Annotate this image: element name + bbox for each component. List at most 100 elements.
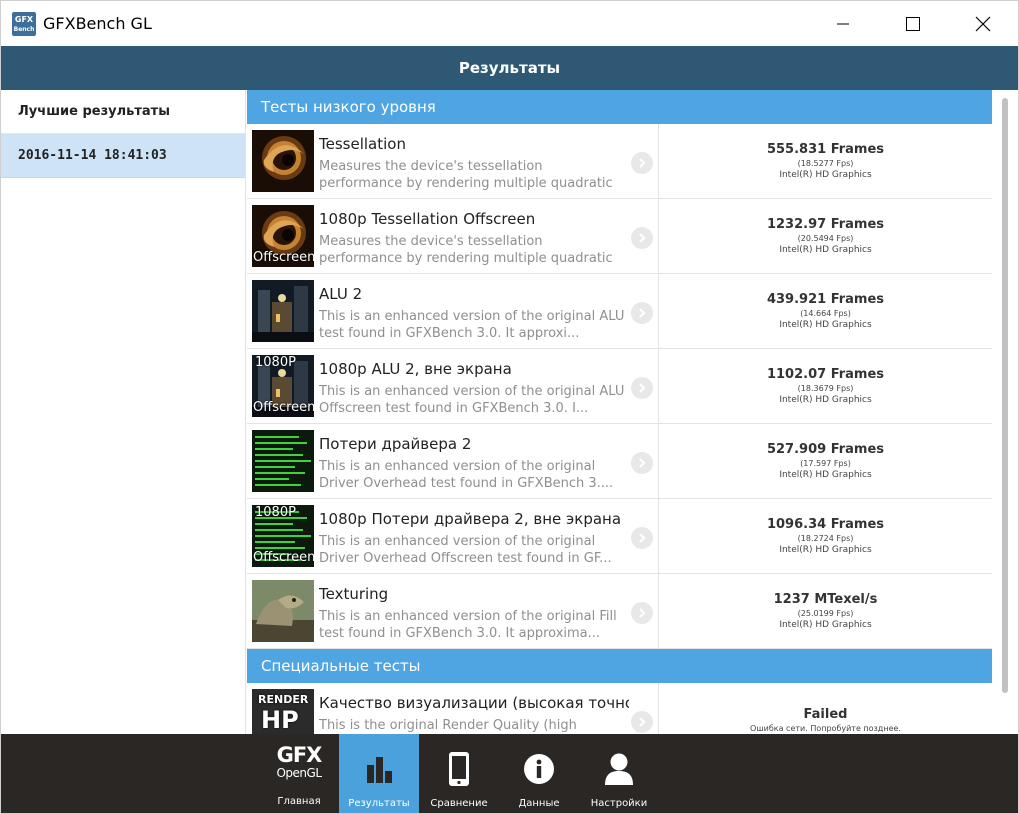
chevron-right-icon[interactable] bbox=[631, 602, 653, 624]
result-gpu: Intel(R) HD Graphics bbox=[779, 395, 872, 405]
test-info[interactable]: 1080P Offscreen 1080p Потери драйвера 2, в… bbox=[247, 499, 659, 573]
result-gpu: Intel(R) HD Graphics bbox=[779, 170, 872, 180]
result-fps: (20.5494 Fps) bbox=[797, 234, 854, 243]
result-fps: (18.3679 Fps) bbox=[797, 384, 854, 393]
page-header: Результаты bbox=[1, 46, 1018, 90]
app-window: GFX Bench GFXBench GL Результаты Лучшие р… bbox=[0, 0, 1019, 814]
nav-compare[interactable]: Сравнение bbox=[419, 734, 499, 813]
nav-label: Данные bbox=[518, 798, 560, 809]
test-description: This is the original Render Quality (hig… bbox=[319, 718, 577, 733]
test-thumbnail: RENDER HP bbox=[252, 689, 314, 734]
chevron-right-icon[interactable] bbox=[631, 711, 653, 733]
test-name: 1080p Tessellation Offscreen bbox=[319, 210, 536, 228]
test-thumbnail: 1080P Offscreen bbox=[252, 355, 314, 417]
result-score: Failed bbox=[803, 707, 848, 722]
test-row[interactable]: Texturing This is an enhanced version of … bbox=[247, 574, 992, 649]
result-gpu: Intel(R) HD Graphics bbox=[779, 470, 872, 480]
result-score: 1232.97 Frames bbox=[766, 217, 885, 232]
test-info[interactable]: RENDER HP Качество визуализации (высокая т… bbox=[247, 683, 659, 734]
result-score: 439.921 Frames bbox=[766, 292, 885, 307]
thumb-resolution-label: 1080P bbox=[255, 505, 296, 520]
result-score: 1237 MTexel/s bbox=[773, 592, 878, 607]
test-row[interactable]: Offscreen 1080p Tessellation Offscreen Mea… bbox=[247, 199, 992, 274]
section-header: Тесты низкого уровня bbox=[247, 90, 992, 124]
nav-settings[interactable]: Настройки bbox=[579, 734, 659, 813]
result-gpu: Intel(R) HD Graphics bbox=[779, 320, 872, 330]
chevron-right-icon[interactable] bbox=[631, 227, 653, 249]
test-result: 1096.34 Frames (18.2724 Fps) Intel(R) HD G… bbox=[659, 499, 992, 573]
nav-results[interactable]: Результаты bbox=[339, 734, 419, 813]
test-info[interactable]: Offscreen 1080p Tessellation Offscreen Mea… bbox=[247, 199, 659, 273]
test-description: This is an enhanced version of the origi… bbox=[319, 459, 614, 491]
title-bar[interactable]: GFX Bench GFXBench GL bbox=[1, 1, 1018, 46]
result-gpu: Intel(R) HD Graphics bbox=[779, 245, 872, 255]
test-thumbnail bbox=[252, 280, 314, 342]
page-title: Результаты bbox=[458, 59, 561, 77]
test-row[interactable]: Потери драйвера 2 This is an enhanced ver… bbox=[247, 424, 992, 499]
result-fps: (18.2724 Fps) bbox=[797, 534, 854, 543]
result-score: 1096.34 Frames bbox=[766, 517, 885, 532]
chevron-right-icon[interactable] bbox=[631, 377, 653, 399]
test-description: This is an enhanced version of the origi… bbox=[319, 309, 625, 341]
thumb-offscreen-label: Offscreen bbox=[253, 250, 314, 265]
phone-icon bbox=[447, 742, 471, 796]
result-fps: (25.0199 Fps) bbox=[797, 609, 854, 618]
test-info[interactable]: Потери драйвера 2 This is an enhanced ver… bbox=[247, 424, 659, 498]
maximize-icon bbox=[906, 16, 920, 31]
test-result: 1237 MTexel/s (25.0199 Fps) Intel(R) HD Gr… bbox=[659, 574, 992, 648]
test-result: 527.909 Frames (17.597 Fps) Intel(R) HD Gr… bbox=[659, 424, 992, 498]
test-row[interactable]: Tessellation Measures the device's tessel… bbox=[247, 124, 992, 199]
test-description: This is an enhanced version of the origi… bbox=[319, 534, 612, 566]
test-description: Measures the device's tessellation perfo… bbox=[319, 159, 613, 191]
test-name: 1080p ALU 2, вне экрана bbox=[319, 360, 512, 378]
scrollbar-thumb[interactable] bbox=[1002, 98, 1008, 693]
thumb-hp-label: HP bbox=[261, 706, 299, 734]
info-icon bbox=[523, 742, 555, 796]
test-description: This is an enhanced version of the origi… bbox=[319, 609, 617, 641]
test-row[interactable]: ALU 2 This is an enhanced version of the … bbox=[247, 274, 992, 349]
minimize-icon bbox=[837, 23, 849, 24]
nav-label: Сравнение bbox=[430, 798, 488, 809]
close-icon bbox=[975, 16, 991, 31]
result-score: 527.909 Frames bbox=[766, 442, 885, 457]
bar-chart-icon bbox=[363, 742, 395, 796]
test-description: Measures the device's tessellation perfo… bbox=[319, 234, 613, 266]
result-fps: (18.5277 Fps) bbox=[797, 159, 854, 168]
test-thumbnail: 1080P Offscreen bbox=[252, 505, 314, 567]
result-fps: (14.664 Fps) bbox=[800, 309, 851, 318]
thumb-offscreen-label: Offscreen bbox=[253, 400, 314, 415]
test-result: 439.921 Frames (14.664 Fps) Intel(R) HD Gr… bbox=[659, 274, 992, 348]
thumb-resolution-label: 1080P bbox=[255, 355, 296, 370]
test-info[interactable]: Texturing This is an enhanced version of … bbox=[247, 574, 659, 648]
chevron-right-icon[interactable] bbox=[631, 302, 653, 324]
result-fps: (17.597 Fps) bbox=[800, 459, 851, 468]
chevron-right-icon[interactable] bbox=[631, 152, 653, 174]
minimize-button[interactable] bbox=[808, 1, 878, 46]
test-info[interactable]: 1080P Offscreen 1080p ALU 2, вне экрана Thi… bbox=[247, 349, 659, 423]
close-button[interactable] bbox=[948, 1, 1018, 46]
results-list[interactable]: Тесты низкого уровня Tessellation Measures… bbox=[247, 90, 992, 734]
maximize-button[interactable] bbox=[878, 1, 948, 46]
test-thumbnail bbox=[252, 430, 314, 492]
test-row[interactable]: RENDER HP Качество визуализации (высокая т… bbox=[247, 683, 992, 734]
test-row[interactable]: 1080P Offscreen 1080p ALU 2, вне экрана Thi… bbox=[247, 349, 992, 424]
chevron-right-icon[interactable] bbox=[631, 527, 653, 549]
gfx-logo-icon: GFX OpenGL bbox=[276, 743, 322, 780]
test-description: This is an enhanced version of the origi… bbox=[319, 384, 625, 416]
test-result: 1102.07 Frames (18.3679 Fps) Intel(R) HD G… bbox=[659, 349, 992, 423]
sidebar-item-result[interactable]: 2016-11-14 18:41:03 bbox=[1, 134, 245, 178]
scrollbar[interactable] bbox=[992, 90, 1018, 734]
test-name: Tessellation bbox=[319, 135, 406, 153]
bottom-nav: GFX OpenGL Главная Результаты Сравнение … bbox=[1, 734, 1018, 813]
test-name: 1080p Потери драйвера 2, вне экрана bbox=[319, 510, 622, 528]
nav-home[interactable]: GFX OpenGL Главная bbox=[259, 734, 339, 813]
test-info[interactable]: ALU 2 This is an enhanced version of the … bbox=[247, 274, 659, 348]
result-score: 555.831 Frames bbox=[766, 142, 885, 157]
test-row[interactable]: 1080P Offscreen 1080p Потери драйвера 2, в… bbox=[247, 499, 992, 574]
test-info[interactable]: Tessellation Measures the device's tessel… bbox=[247, 124, 659, 198]
sidebar-heading: Лучшие результаты bbox=[1, 90, 245, 134]
app-logo-icon: GFX Bench bbox=[12, 11, 36, 36]
chevron-right-icon[interactable] bbox=[631, 452, 653, 474]
user-icon bbox=[604, 742, 634, 796]
nav-info[interactable]: Данные bbox=[499, 734, 579, 813]
